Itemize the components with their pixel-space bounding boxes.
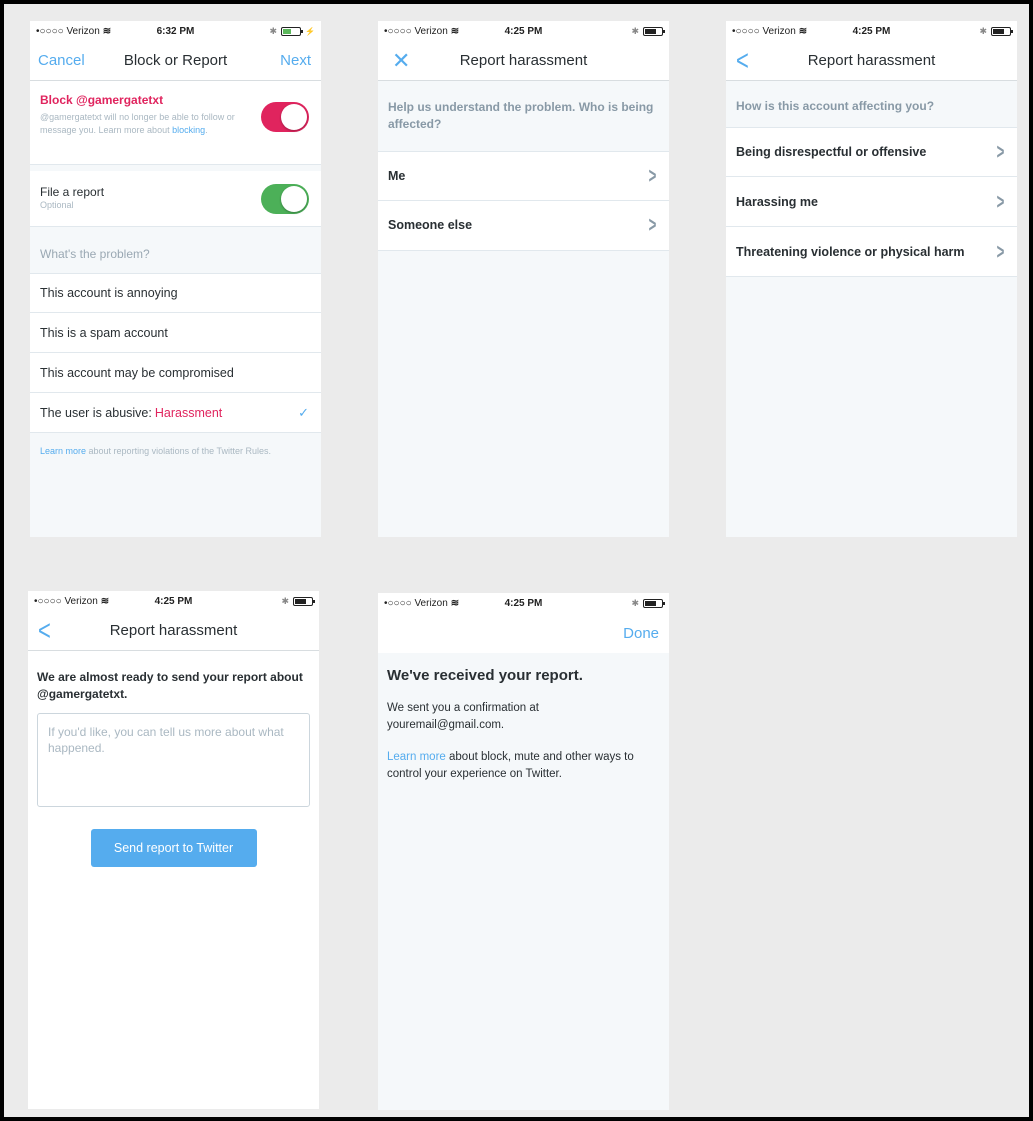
status-bar: •○○○○ Verizon ≋ 4:25 PM ✱ [726,21,1017,41]
chevron-right-icon: > [996,188,1005,214]
done-button[interactable]: Done [623,625,659,642]
option-annoying[interactable]: This account is annoying [30,273,321,313]
problem-header: What's the problem? [40,247,150,261]
battery-icon [643,26,665,36]
screen-block-or-report: •○○○○ Verizon ≋ 6:32 PM ✱ ⚡ Cancel Block o… [30,21,321,537]
file-report-title: File a report [40,185,105,200]
charging-icon: ⚡ [305,26,315,36]
screen-send-report: •○○○○ Verizon ≋ 4:25 PM ✱ < Report harass… [28,591,319,1109]
carrier-label: •○○○○ Verizon [34,595,98,607]
option-disrespectful[interactable]: Being disrespectful or offensive > [726,127,1017,177]
file-report-subtitle: Optional [40,200,74,211]
nav-bar: < Report harassment [726,41,1017,81]
file-report-row: File a report Optional [30,171,321,227]
mockup-canvas: •○○○○ Verizon ≋ 6:32 PM ✱ ⚡ Cancel Block o… [4,4,1029,1117]
wifi-icon: ≋ [798,25,808,37]
checkmark-icon: ✓ [298,404,309,420]
bluetooth-icon: ✱ [631,597,639,608]
cancel-button[interactable]: Cancel [38,52,85,69]
option-threatening-label: Threatening violence or physical harm [736,244,965,259]
nav-bar: < Report harassment [28,611,319,651]
bluetooth-icon: ✱ [281,595,289,606]
chevron-right-icon: > [996,139,1005,164]
confirmation-body: We've received your report. We sent you … [378,653,669,797]
chevron-right-icon: > [996,238,1005,264]
back-icon[interactable]: < [38,616,51,645]
learn-more-link[interactable]: Learn more [40,446,86,456]
page-title: Report harassment [459,52,588,69]
page-title: Report harassment [807,52,936,69]
battery-icon [293,596,315,606]
wifi-icon: ≋ [100,595,110,607]
status-bar: •○○○○ Verizon ≋ 6:32 PM ✱ ⚡ [30,21,321,41]
report-heading: We are almost ready to send your report … [37,670,303,701]
option-threatening[interactable]: Threatening violence or physical harm > [726,227,1017,277]
chevron-right-icon: > [648,212,657,238]
nav-bar: ✕ Report harassment [378,41,669,81]
report-body: We are almost ready to send your report … [28,651,319,1109]
bluetooth-icon: ✱ [979,25,987,36]
confirmation-text: We sent you a confirmation at youremail@… [387,702,539,731]
battery-icon [991,26,1013,36]
back-icon[interactable]: < [736,46,749,75]
close-icon[interactable]: ✕ [392,49,410,72]
wifi-icon: ≋ [450,25,460,37]
prompt-text: How is this account affecting you? [736,99,935,113]
bluetooth-icon: ✱ [269,25,278,36]
rules-footer: Learn more about reporting violations of… [40,446,271,456]
wifi-icon: ≋ [450,597,460,609]
status-bar: •○○○○ Verizon ≋ 4:25 PM ✱ [378,21,669,41]
status-bar: •○○○○ Verizon ≋ 4:25 PM ✱ [378,593,669,613]
battery-icon [281,26,304,36]
details-textarea[interactable]: If you'd like, you can tell us more abou… [37,712,310,807]
confirmation-heading: We've received your report. [387,667,583,684]
learn-more-link[interactable]: Learn more [387,751,446,763]
block-title: Block @gamergatetxt [40,93,164,107]
bluetooth-icon: ✱ [631,25,639,36]
file-report-toggle[interactable] [261,184,309,214]
wifi-icon: ≋ [102,25,112,37]
screen-how-affecting: •○○○○ Verizon ≋ 4:25 PM ✱ < Report harass… [726,21,1017,537]
option-disrespectful-label: Being disrespectful or offensive [736,145,927,159]
prompt-text: Help us understand the problem. Who is b… [388,100,654,131]
carrier-label: •○○○○ Verizon [384,597,448,609]
option-harassing-label: Harassing me [736,194,818,209]
learn-more-text: Learn more about block, mute and other w… [387,751,634,781]
harassment-label: Harassment [154,405,223,420]
block-toggle[interactable] [261,102,309,132]
carrier-label: •○○○○ Verizon [36,25,100,37]
screen-who-affected: •○○○○ Verizon ≋ 4:25 PM ✱ ✕ Report harass… [378,21,669,537]
option-me[interactable]: Me > [378,150,669,201]
page-title: Report harassment [109,622,238,639]
status-bar: •○○○○ Verizon ≋ 4:25 PM ✱ [28,591,319,611]
carrier-label: •○○○○ Verizon [384,25,448,37]
next-button[interactable]: Next [280,52,311,69]
nav-bar: Done [378,613,669,653]
option-abusive-label: The user is abusive: [40,405,152,420]
option-someone-else-label: Someone else [388,218,473,233]
battery-icon [643,598,665,608]
carrier-label: •○○○○ Verizon [732,25,796,37]
option-compromised[interactable]: This account may be compromised [30,353,321,393]
send-report-button[interactable]: Send report to Twitter [90,828,257,867]
chevron-right-icon: > [648,162,657,188]
nav-bar: Cancel Block or Report Next [30,41,321,81]
block-description: @gamergatetxt will no longer be able to … [40,112,235,135]
block-row: Block @gamergatetxt @gamergatetxt will n… [30,81,321,165]
blocking-link[interactable]: blocking [172,125,205,135]
option-someone-else[interactable]: Someone else > [378,200,669,251]
option-harassing[interactable]: Harassing me > [726,177,1017,227]
option-spam[interactable]: This is a spam account [30,313,321,353]
option-abusive[interactable]: The user is abusive: Harassment ✓ [30,393,321,433]
option-me-label: Me [388,168,406,183]
screen-report-received: •○○○○ Verizon ≋ 4:25 PM ✱ Done We've rece… [378,593,669,1110]
